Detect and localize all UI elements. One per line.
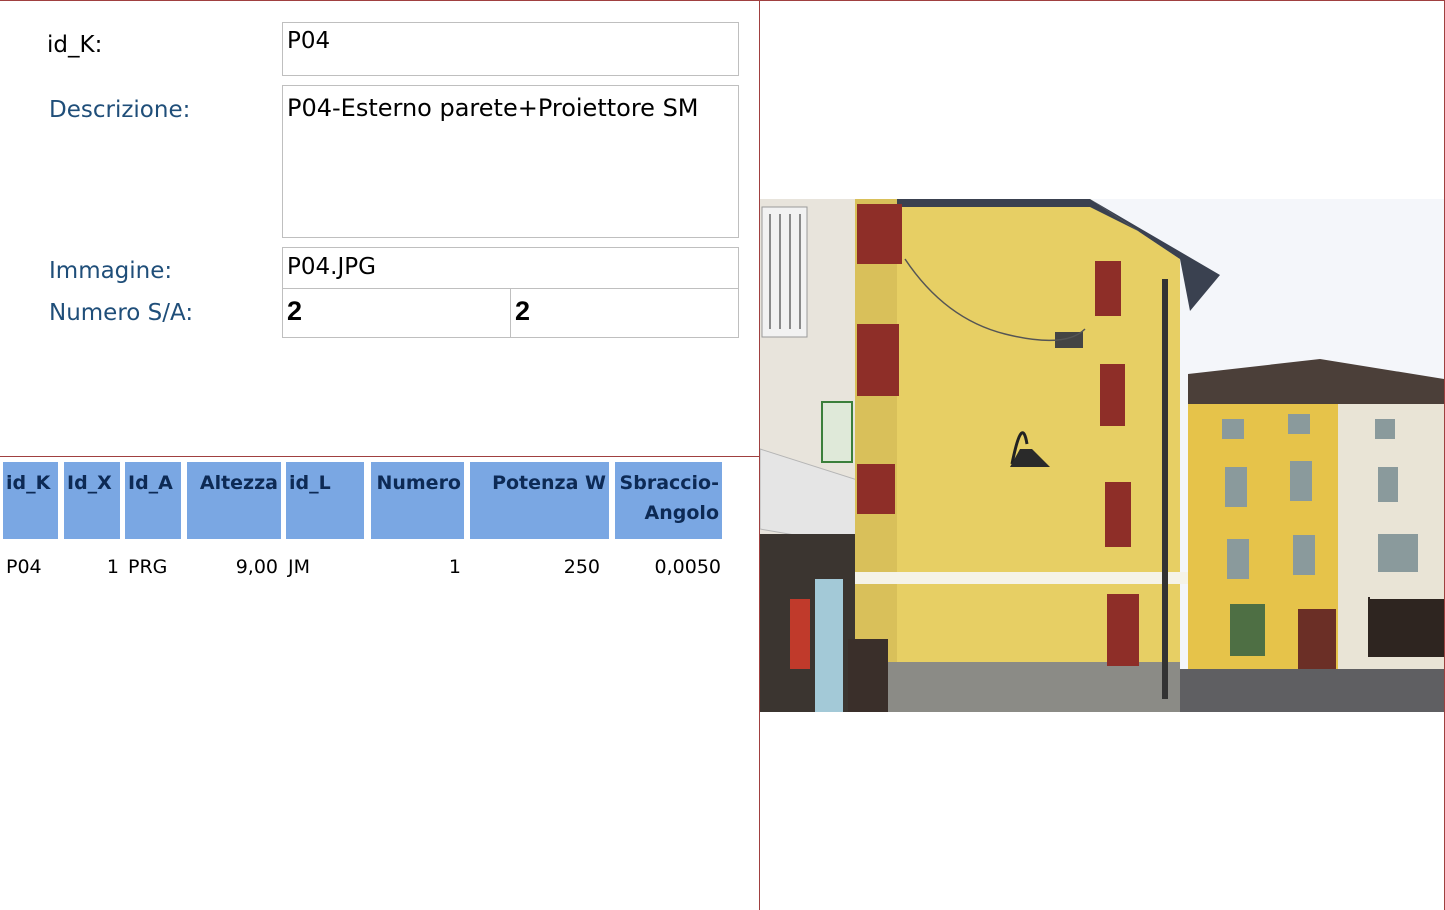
- table-header-id-x: Id_X: [64, 462, 120, 539]
- descrizione-label: Descrizione:: [49, 97, 191, 123]
- frame-top-border: [0, 0, 1445, 1]
- immagine-field[interactable]: P04.JPG: [282, 247, 739, 289]
- numero-a-field[interactable]: 2: [510, 288, 739, 338]
- table-cell-id-k: P04: [6, 556, 42, 578]
- table-cell-id-l: JM: [288, 556, 310, 578]
- table-header-id-l: id_L: [286, 462, 364, 539]
- numero-s-field[interactable]: 2: [282, 288, 511, 338]
- table-header-id-a: Id_A: [125, 462, 181, 539]
- table-cell-potenza: 250: [563, 556, 600, 578]
- table-header-sbraccio: Sbraccio-Angolo: [615, 462, 722, 539]
- descrizione-field[interactable]: P04-Esterno parete+Proiettore SM: [282, 85, 739, 238]
- table-cell-id-x: 1: [106, 556, 119, 578]
- table-header-id-k: id_K: [3, 462, 58, 539]
- table-header-numero: Numero: [371, 462, 464, 539]
- table-header-potenza: Potenza W: [470, 462, 609, 539]
- table-cell-altezza: 9,00: [235, 556, 278, 578]
- building-photo: [760, 199, 1444, 712]
- table-cell-id-a: PRG: [128, 556, 168, 578]
- section-separator: [0, 456, 759, 457]
- numero-sa-label: Numero S/A:: [49, 300, 194, 326]
- table-cell-sbraccio: 0,0050: [654, 556, 721, 578]
- id-k-field[interactable]: P04: [282, 22, 739, 76]
- immagine-label: Immagine:: [49, 258, 173, 284]
- table-cell-numero: 1: [448, 556, 461, 578]
- table-header-altezza: Altezza: [187, 462, 281, 539]
- id-k-label: id_K:: [47, 32, 103, 58]
